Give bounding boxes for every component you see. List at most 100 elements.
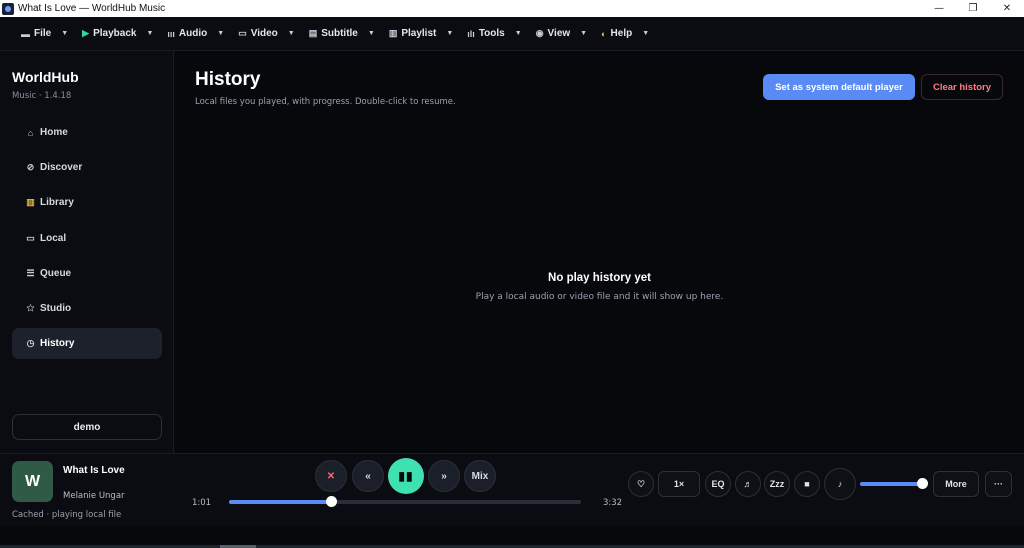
audio-wave-icon: ııı <box>167 28 175 39</box>
stop-close-button[interactable]: ✕ <box>315 460 347 492</box>
track-artist: Melanie Ungar <box>63 491 125 501</box>
chevron-down-icon: ▼ <box>580 30 588 37</box>
sidebar-item-label: Studio <box>40 302 72 314</box>
menu-view[interactable]: ◉ View ▼ <box>529 17 594 51</box>
queue-icon: ☰ <box>26 267 35 278</box>
chevron-down-icon: ▼ <box>287 30 295 37</box>
menu-audio[interactable]: ııı Audio ▼ <box>160 17 231 51</box>
sidebar-nav: ⌂ Home ⊘ Discover ▥ Library ▭ Local ☰ Qu… <box>12 117 162 363</box>
speed-button[interactable]: 1× <box>658 471 700 497</box>
equalizer-button[interactable]: EQ <box>705 471 731 497</box>
seek-handle[interactable] <box>326 496 338 507</box>
menu-label: Video <box>250 28 278 39</box>
album-cover[interactable]: W <box>12 461 53 502</box>
menu-label: File <box>34 28 52 39</box>
chevron-down-icon: ▼ <box>217 30 225 37</box>
menu-video[interactable]: ▭ Video ▼ <box>231 17 302 51</box>
sidebar-item-label: Local <box>40 232 67 244</box>
horizontal-scrollbar[interactable] <box>0 527 1024 548</box>
file-icon: ▬ <box>21 28 30 39</box>
menu-label: Subtitle <box>321 28 358 39</box>
restore-button[interactable]: ❐ <box>956 0 990 17</box>
star-icon: ✩ <box>26 302 35 313</box>
minimize-button[interactable]: — <box>922 0 956 17</box>
close-window-button[interactable]: ✕ <box>990 0 1024 17</box>
window-title: What Is Love — WorldHub Music <box>18 3 166 14</box>
playback-status: Cached · playing local file <box>12 510 122 520</box>
menu-label: Playback <box>93 28 137 39</box>
stop-icon: ■ <box>804 479 810 489</box>
menu-subtitle[interactable]: ▤ Subtitle ▼ <box>302 17 382 51</box>
menu-tools[interactable]: ılı Tools ▼ <box>460 17 528 51</box>
clear-history-button[interactable]: Clear history <box>921 74 1003 100</box>
sidebar-item-home[interactable]: ⌂ Home <box>12 117 162 148</box>
sidebar-item-label: Library <box>40 197 74 209</box>
sidebar-item-history[interactable]: ◷ History <box>12 328 162 360</box>
help-icon: ◐ <box>601 28 607 39</box>
menu-bar: ▬ File ▼ ▶ Playback ▼ ııı Audio ▼ ▭ Vide… <box>0 17 1024 51</box>
volume-slider[interactable] <box>860 478 928 489</box>
menu-playback[interactable]: ▶ Playback ▼ <box>75 17 160 51</box>
empty-state-subtitle: Play a local audio or video file and it … <box>475 292 724 302</box>
sidebar-item-queue[interactable]: ☰ Queue <box>12 258 162 289</box>
menu-label: Audio <box>178 28 208 39</box>
eye-icon: ◉ <box>535 28 544 38</box>
sidebar-item-label: History <box>40 338 75 350</box>
menu-file[interactable]: ▬ File ▼ <box>14 17 75 51</box>
volume-button[interactable]: ♪ <box>824 468 856 500</box>
library-icon: ▥ <box>26 197 35 208</box>
chevron-down-icon: ▼ <box>367 30 375 37</box>
rewind-button[interactable]: « <box>352 460 384 492</box>
sidebar-item-discover[interactable]: ⊘ Discover <box>12 152 162 183</box>
more-button[interactable]: More <box>933 471 979 497</box>
rewind-icon: « <box>365 470 371 482</box>
seek-bar-fill <box>229 500 332 504</box>
forward-button[interactable]: » <box>428 460 460 492</box>
music-note-icon: ♪ <box>837 479 843 489</box>
app-icon <box>2 2 14 15</box>
play-pause-button[interactable]: ▮▮ <box>388 458 424 494</box>
track-title: What Is Love <box>63 465 125 476</box>
video-icon: ▭ <box>238 28 247 38</box>
sidebar-item-label: Queue <box>40 267 72 279</box>
forward-icon: » <box>441 470 447 482</box>
favorite-button[interactable]: ♡ <box>628 471 654 497</box>
elapsed-time: 1:01 <box>192 498 212 508</box>
bars-icon: ılı <box>467 28 475 39</box>
pause-icon: ▮▮ <box>398 469 414 483</box>
chevron-down-icon: ▼ <box>61 30 69 37</box>
menu-label: Playlist <box>401 28 437 39</box>
menu-playlist[interactable]: ▥ Playlist ▼ <box>382 17 460 51</box>
menu-help[interactable]: ◐ Help ▼ <box>594 17 656 51</box>
user-account-button[interactable]: demo <box>12 414 162 440</box>
overflow-menu-button[interactable]: ··· <box>985 471 1012 497</box>
play-icon: ▶ <box>82 28 90 38</box>
seek-bar[interactable] <box>229 496 581 507</box>
mix-button[interactable]: Mix <box>464 460 496 492</box>
sidebar-item-label: Home <box>40 127 68 138</box>
ellipsis-icon: ··· <box>994 479 1003 489</box>
sidebar-item-studio[interactable]: ✩ Studio <box>12 293 162 324</box>
lyrics-button[interactable]: ♬ <box>735 471 761 497</box>
player-bar: W What Is Love Melanie Ungar Cached · pl… <box>0 453 1024 527</box>
menu-label: View <box>547 28 571 39</box>
sleep-timer-button[interactable]: Zzz <box>764 471 790 497</box>
sidebar-item-library[interactable]: ▥ Library <box>12 187 162 218</box>
home-icon: ⌂ <box>27 127 34 138</box>
set-default-player-button[interactable]: Set as system default player <box>763 74 915 100</box>
subtitle-icon: ▤ <box>308 28 318 38</box>
sidebar-item-label: Discover <box>40 162 83 174</box>
sidebar-item-local[interactable]: ▭ Local <box>12 223 162 254</box>
stop-button[interactable]: ■ <box>794 471 820 497</box>
menu-label: Help <box>610 28 633 39</box>
history-page: History Local files you played, with pro… <box>175 51 1024 453</box>
chevron-down-icon: ▼ <box>514 30 522 37</box>
volume-handle[interactable] <box>917 478 928 489</box>
sidebar: WorldHub Music · 1.4.18 ⌂ Home ⊘ Discove… <box>0 51 174 453</box>
volume-fill <box>860 482 923 486</box>
playlist-icon: ▥ <box>388 28 398 38</box>
empty-state-title: No play history yet <box>548 272 651 284</box>
title-bar: What Is Love — WorldHub Music — ❐ ✕ <box>0 0 1024 17</box>
page-title: History <box>195 69 261 90</box>
music-notes-icon: ♬ <box>743 479 753 489</box>
